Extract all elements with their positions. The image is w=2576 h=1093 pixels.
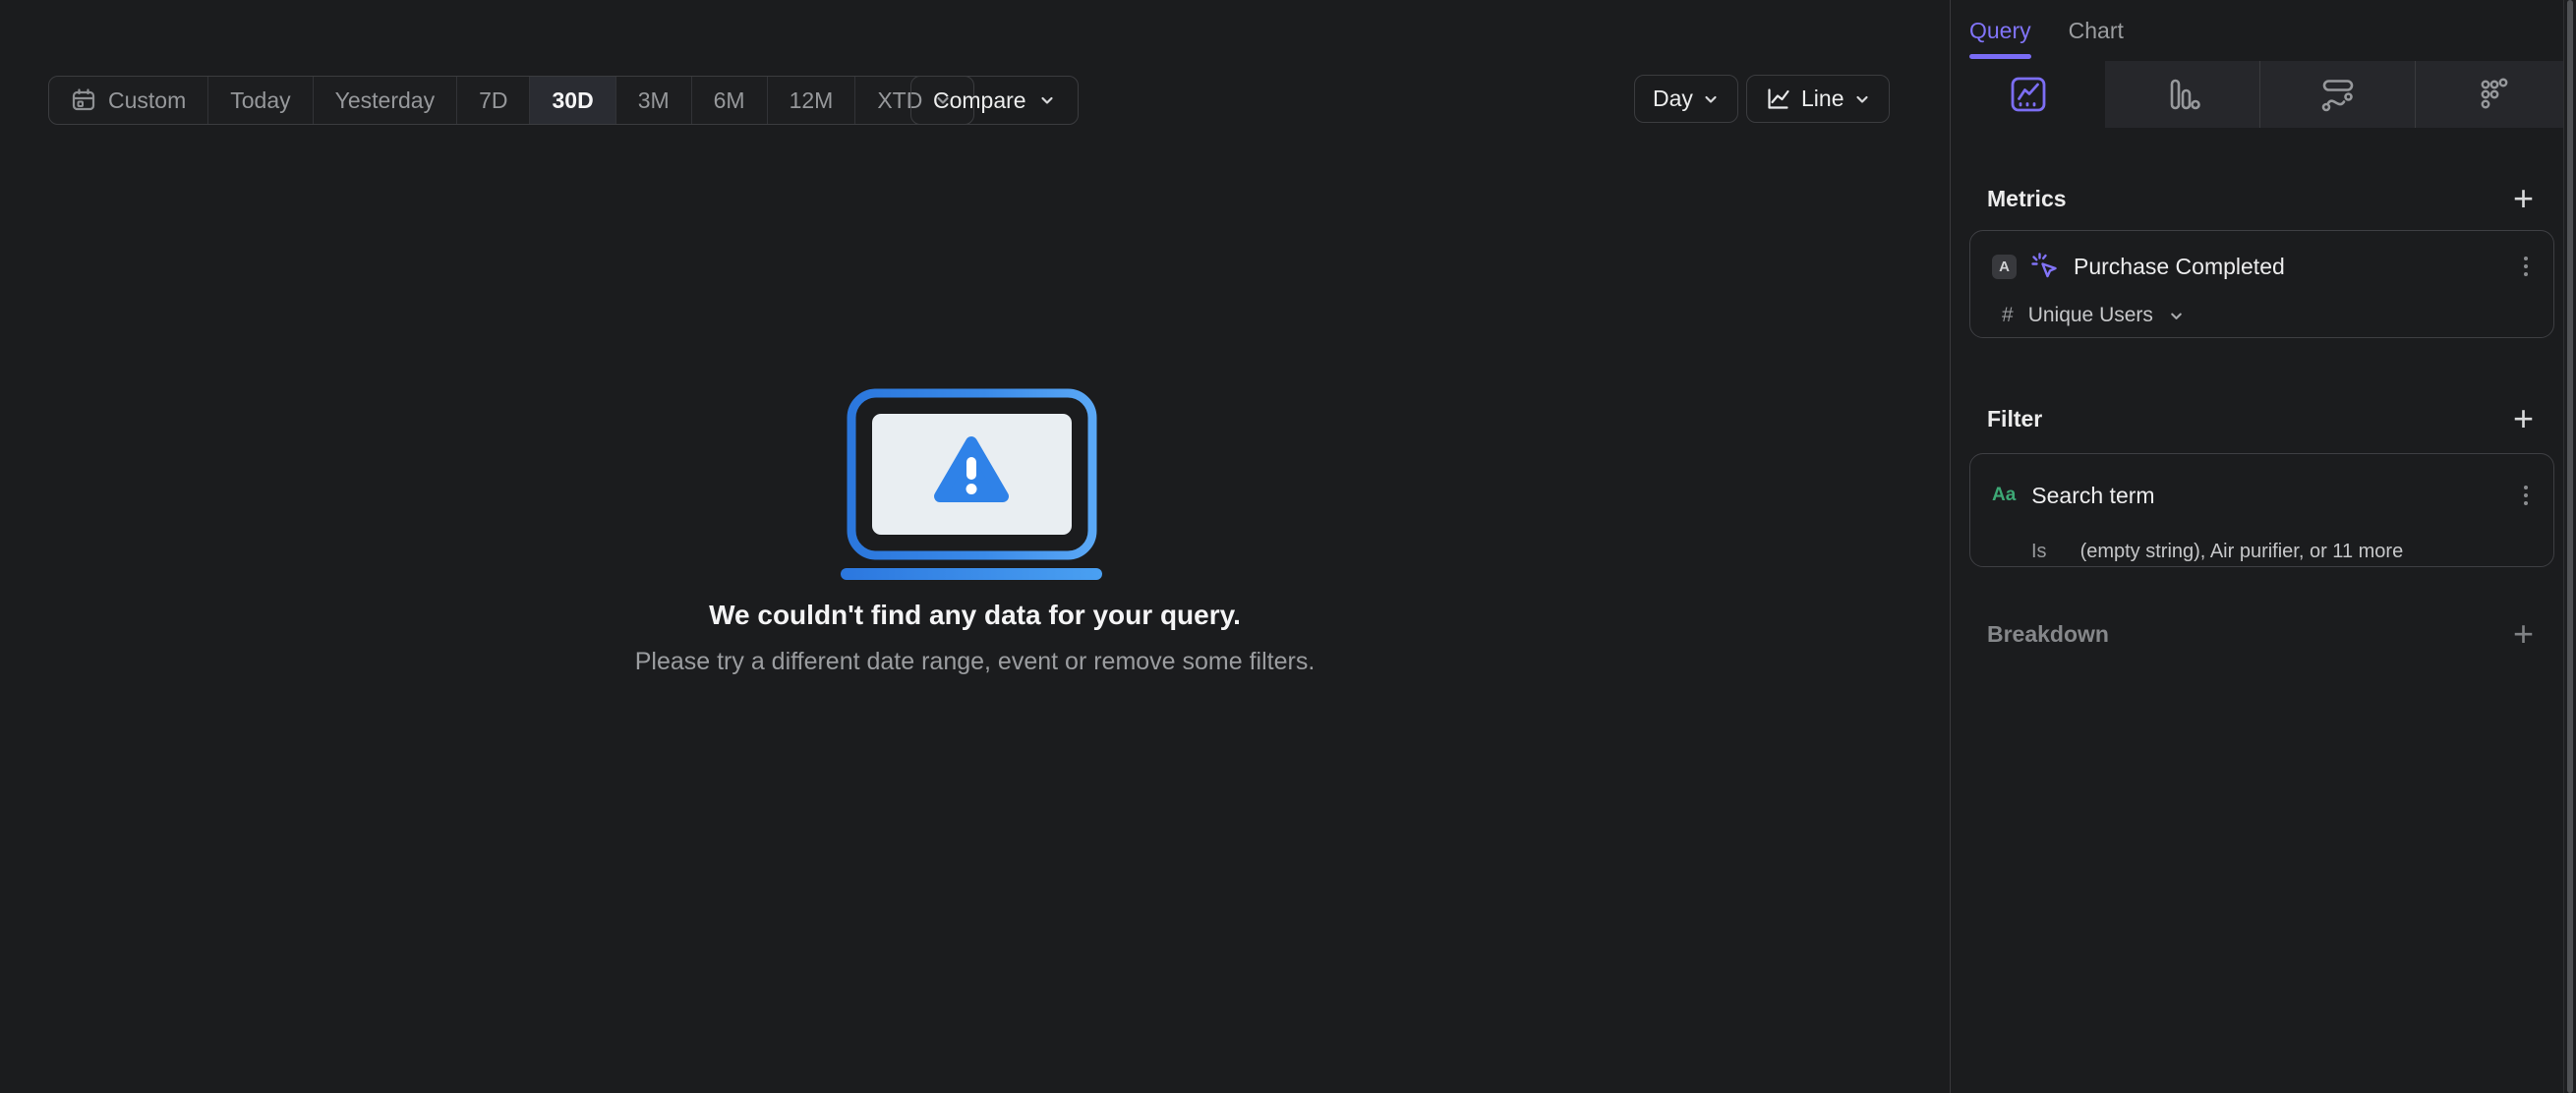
- chevron-down-icon: [2171, 313, 2182, 319]
- metric-row: A Purchase Completed: [1970, 251, 2553, 282]
- date-range-3m-button[interactable]: 3M: [615, 77, 691, 124]
- no-data-laptop-illustration: [841, 388, 1102, 580]
- filter-card[interactable]: Aa Search term Is (empty string), Air pu…: [1969, 453, 2554, 567]
- funnels-icon: [2170, 79, 2200, 110]
- main-chart-area: Custom Today Yesterday 7D 30D 3M 6M 12M …: [0, 0, 1950, 1093]
- active-tab-underline: [1969, 54, 2031, 59]
- compare-button[interactable]: Compare: [910, 76, 1079, 125]
- metric-more-options-button[interactable]: [2518, 251, 2534, 282]
- date-range-today-button[interactable]: Today: [207, 77, 312, 124]
- breakdown-section-header: Breakdown +: [1987, 616, 2534, 652]
- filter-operator: Is: [2031, 541, 2047, 562]
- granularity-label: Day: [1653, 86, 1693, 111]
- date-range-custom-button[interactable]: Custom: [49, 77, 207, 124]
- scrollbar-track[interactable]: [2563, 0, 2576, 1093]
- metrics-heading: Metrics: [1987, 185, 2067, 211]
- filter-condition-row[interactable]: Is (empty string), Air purifier, or 11 m…: [2031, 541, 2403, 563]
- line-chart-icon: [1768, 88, 1789, 109]
- retention-icon: [2481, 78, 2507, 109]
- chevron-down-icon: [1705, 95, 1717, 103]
- tab-funnels[interactable]: [2105, 61, 2259, 128]
- compare-label: Compare: [933, 86, 1026, 113]
- string-property-icon: Aa: [1992, 485, 2017, 505]
- metric-letter-badge: A: [1992, 254, 2017, 279]
- chart-type-label: Line: [1801, 86, 1844, 111]
- tab-flows[interactable]: [2259, 61, 2415, 128]
- metric-event-name: Purchase Completed: [2074, 253, 2285, 279]
- tab-query[interactable]: Query: [1969, 18, 2031, 44]
- filter-more-options-button[interactable]: [2518, 480, 2534, 511]
- chart-type-dropdown[interactable]: Line: [1746, 75, 1891, 123]
- event-cursor-click-icon: [2031, 253, 2057, 278]
- date-range-yesterday-button[interactable]: Yesterday: [312, 77, 456, 124]
- filter-heading: Filter: [1987, 405, 2043, 431]
- date-range-7d-button[interactable]: 7D: [456, 77, 529, 124]
- tab-insights[interactable]: [1951, 61, 2105, 128]
- insights-icon: [2011, 77, 2045, 112]
- add-breakdown-button[interactable]: +: [2513, 616, 2534, 652]
- filter-row: Aa Search term: [1970, 480, 2553, 511]
- chart-type-tab-strip: [1951, 61, 2570, 128]
- metric-aggregation-row[interactable]: # Unique Users: [2002, 304, 2185, 327]
- calendar-icon: [72, 88, 95, 111]
- tab-chart[interactable]: Chart: [2069, 18, 2124, 44]
- date-range-30d-button[interactable]: 30D: [529, 77, 615, 124]
- date-range-selector: Custom Today Yesterday 7D 30D 3M 6M 12M …: [48, 76, 975, 125]
- tab-retention[interactable]: [2415, 61, 2570, 128]
- chevron-down-icon: [1856, 95, 1869, 103]
- granularity-dropdown[interactable]: Day: [1634, 75, 1738, 123]
- aggregation-label: Unique Users: [2027, 304, 2153, 326]
- filter-value: (empty string), Air purifier, or 11 more: [2079, 541, 2404, 562]
- filter-property-name: Search term: [2031, 482, 2155, 508]
- chevron-down-icon: [1041, 96, 1053, 104]
- add-filter-button[interactable]: +: [2513, 401, 2534, 436]
- date-range-label: Custom: [108, 86, 187, 113]
- date-range-6m-button[interactable]: 6M: [690, 77, 767, 124]
- metrics-section-header: Metrics +: [1987, 181, 2534, 216]
- query-builder-panel: Query Chart Metrics + A Purchase Complet…: [1950, 0, 2576, 1093]
- empty-state-subtitle: Please try a different date range, event…: [634, 648, 1316, 675]
- filter-section-header: Filter +: [1987, 401, 2534, 436]
- breakdown-heading: Breakdown: [1987, 620, 2109, 647]
- flows-icon: [2321, 80, 2353, 112]
- panel-tab-bar: Query Chart: [1951, 0, 2124, 61]
- hash-icon: #: [2002, 304, 2014, 326]
- empty-state-title: We couldn't find any data for your query…: [709, 600, 1241, 630]
- add-metric-button[interactable]: +: [2513, 181, 2534, 216]
- scrollbar-thumb[interactable]: [2567, 0, 2573, 1093]
- date-range-12m-button[interactable]: 12M: [766, 77, 855, 124]
- metric-card[interactable]: A Purchase Completed # Unique Users: [1969, 230, 2554, 338]
